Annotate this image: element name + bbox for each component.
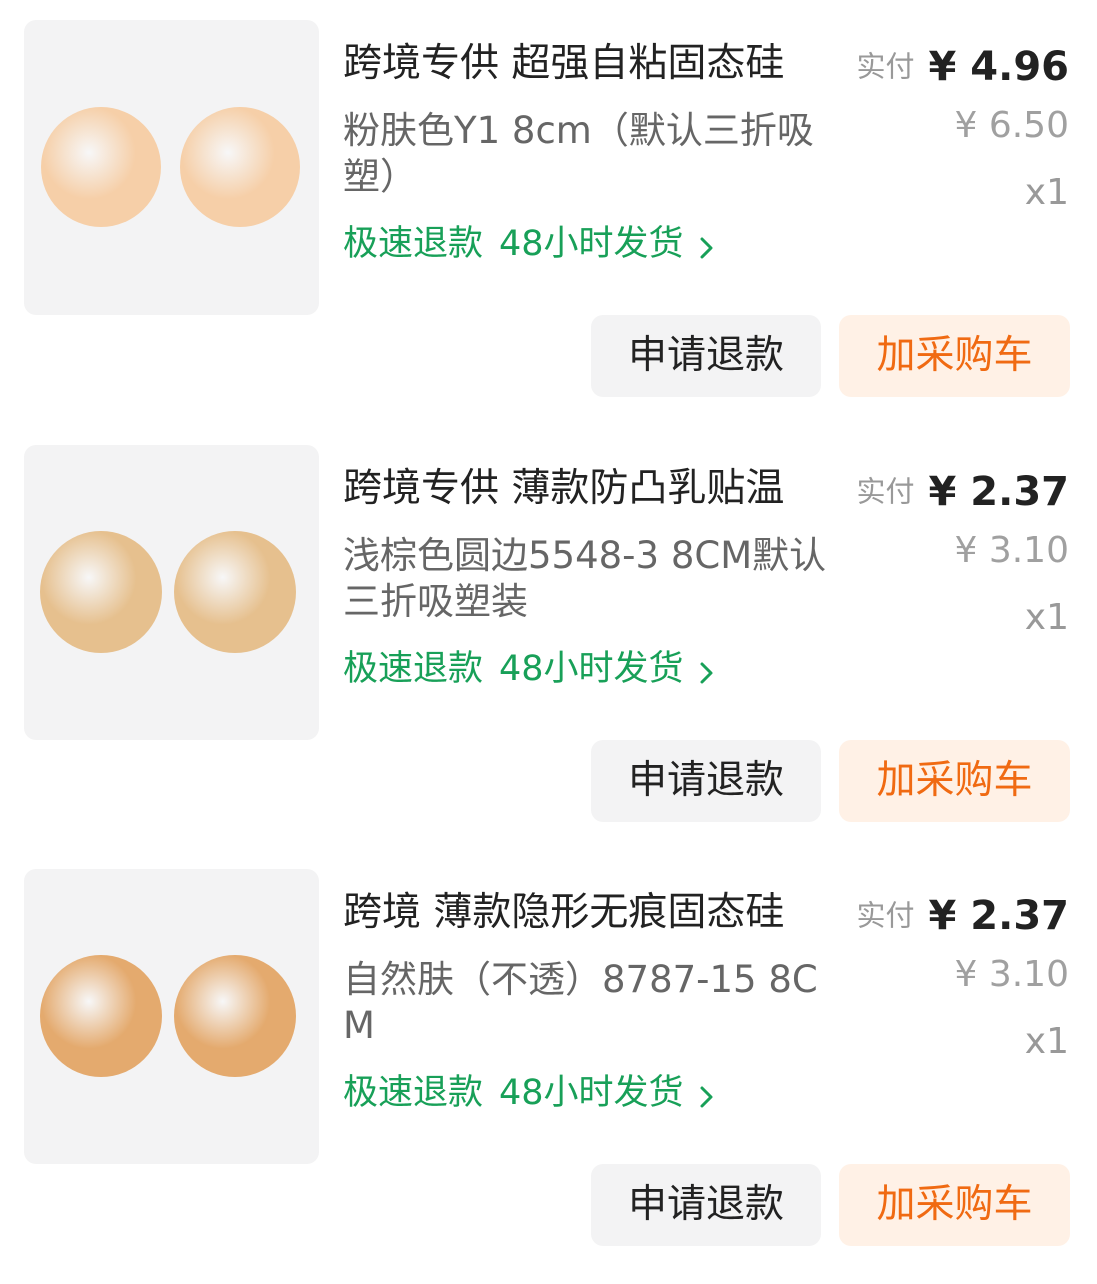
- paid-label: 实付: [856, 49, 915, 84]
- add-to-purchase-cart-button[interactable]: 加采购车: [839, 315, 1070, 397]
- product-title[interactable]: 跨境专供 超强自粘固态硅: [343, 38, 853, 90]
- original-price: ¥ 3.10: [954, 530, 1069, 571]
- paid-price-row: 实付 ¥ 2.37: [857, 463, 1069, 520]
- chevron-right-icon: [696, 1078, 718, 1108]
- 48h-shipping-tag: 48小时发货: [499, 1073, 684, 1113]
- paid-label: 实付: [856, 474, 915, 509]
- order-item: 跨境 薄款隐形无痕固态硅 自然肤（不透）8787-15 8CM 极速退款 48小时…: [0, 849, 1097, 1249]
- add-to-purchase-cart-button[interactable]: 加采购车: [839, 740, 1070, 822]
- 48h-shipping-tag: 48小时发货: [499, 224, 684, 264]
- quantity: x1: [1024, 172, 1069, 213]
- product-spec: 粉肤色Y1 8cm（默认三折吸塑）: [343, 109, 814, 198]
- paid-price: ¥ 4.96: [928, 43, 1069, 90]
- service-tags[interactable]: 极速退款 48小时发货: [343, 1069, 718, 1116]
- order-item: 跨境专供 薄款防凸乳贴温 浅棕色圆边5548-3 8CM默认三折吸塑装 极速退款…: [0, 425, 1097, 825]
- paid-price: ¥ 2.37: [928, 468, 1069, 515]
- product-thumbnail[interactable]: [24, 445, 319, 740]
- product-spec: 自然肤（不透）8787-15 8CM: [343, 958, 818, 1047]
- product-spec: 浅棕色圆边5548-3 8CM默认三折吸塑装: [343, 534, 827, 623]
- product-disc-left: [40, 531, 162, 653]
- product-disc-left: [41, 107, 161, 227]
- paid-price: ¥ 2.37: [928, 892, 1069, 939]
- fast-refund-tag: 极速退款: [343, 1073, 484, 1113]
- service-tags[interactable]: 极速退款 48小时发货: [343, 645, 718, 692]
- product-disc-left: [40, 955, 162, 1077]
- apply-refund-button[interactable]: 申请退款: [591, 1164, 821, 1246]
- original-price: ¥ 3.10: [954, 954, 1069, 995]
- order-item-list: 跨境专供 超强自粘固态硅 粉肤色Y1 8cm（默认三折吸塑） 极速退款 48小时发…: [0, 0, 1097, 1284]
- product-thumbnail[interactable]: [24, 20, 319, 315]
- quantity: x1: [1024, 1021, 1069, 1062]
- service-tags[interactable]: 极速退款 48小时发货: [343, 220, 718, 267]
- apply-refund-button[interactable]: 申请退款: [591, 740, 821, 822]
- product-title[interactable]: 跨境专供 薄款防凸乳贴温: [343, 463, 853, 515]
- original-price: ¥ 6.50: [954, 105, 1069, 146]
- chevron-right-icon: [696, 654, 718, 684]
- chevron-right-icon: [696, 229, 718, 259]
- order-item: 跨境专供 超强自粘固态硅 粉肤色Y1 8cm（默认三折吸塑） 极速退款 48小时发…: [0, 0, 1097, 400]
- product-title[interactable]: 跨境 薄款隐形无痕固态硅: [343, 887, 853, 939]
- fast-refund-tag: 极速退款: [343, 224, 484, 264]
- apply-refund-button[interactable]: 申请退款: [591, 315, 821, 397]
- paid-label: 实付: [856, 898, 915, 933]
- add-to-purchase-cart-button[interactable]: 加采购车: [839, 1164, 1070, 1246]
- 48h-shipping-tag: 48小时发货: [499, 649, 684, 689]
- paid-price-row: 实付 ¥ 4.96: [857, 38, 1069, 95]
- paid-price-row: 实付 ¥ 2.37: [857, 887, 1069, 944]
- product-thumbnail[interactable]: [24, 869, 319, 1164]
- product-disc-right: [174, 531, 296, 653]
- product-disc-right: [180, 107, 300, 227]
- fast-refund-tag: 极速退款: [343, 649, 484, 689]
- quantity: x1: [1024, 597, 1069, 638]
- product-disc-right: [174, 955, 296, 1077]
